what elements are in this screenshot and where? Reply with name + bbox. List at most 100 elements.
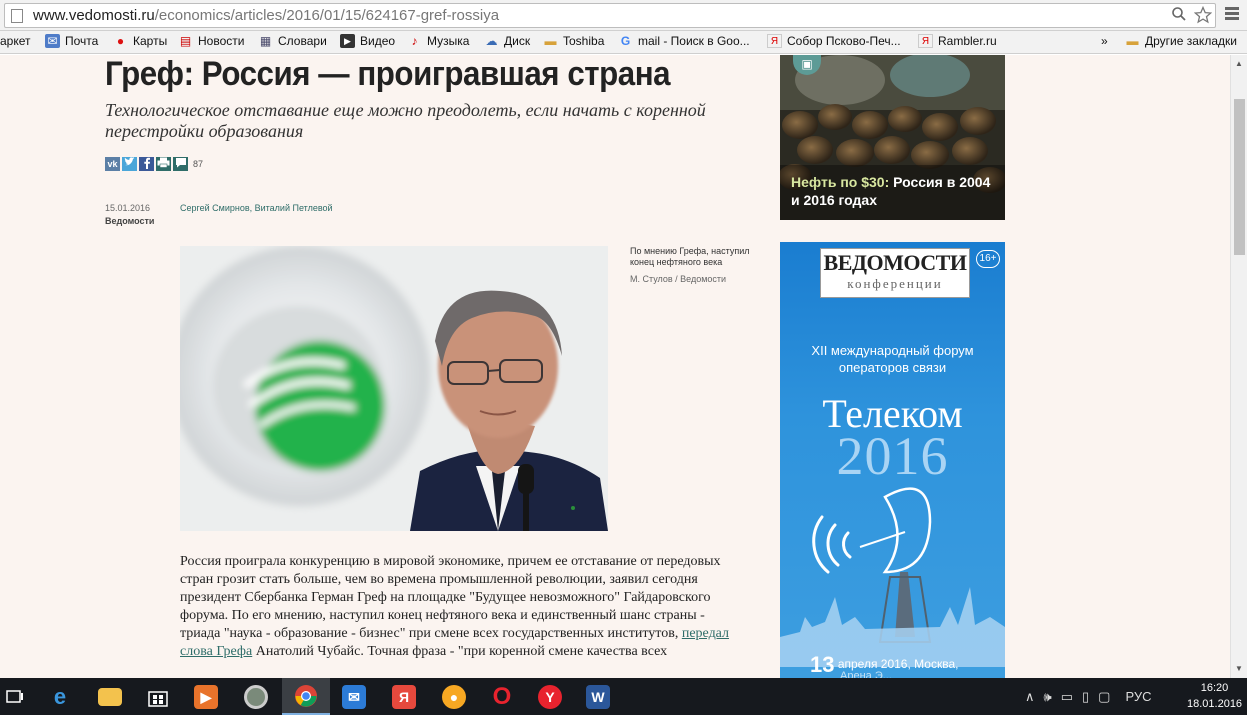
article-date: 15.01.2016 — [105, 203, 151, 213]
task-view-button[interactable] — [0, 678, 30, 715]
scroll-down-icon[interactable]: ▼ — [1235, 664, 1243, 673]
video-icon: ▶ — [340, 34, 355, 48]
bookmark-label: Диск — [504, 34, 531, 48]
yandex-icon: Я — [767, 34, 782, 48]
twitter-share-icon[interactable] — [122, 157, 137, 171]
bookmark-market[interactable]: аркет — [0, 34, 31, 48]
hamburger-menu-icon[interactable] — [1222, 6, 1242, 24]
clock-date: 18.01.2016 — [1187, 698, 1243, 710]
bookmark-label: Rambler.ru — [938, 34, 997, 48]
article-body-text: Россия проиграла конкуренцию в мировой э… — [180, 554, 721, 641]
disk-icon: ☁ — [485, 34, 498, 48]
comments-icon[interactable] — [173, 157, 188, 171]
store-icon[interactable] — [134, 678, 182, 715]
news-icon: ▤ — [179, 34, 192, 48]
bookmark-sobor[interactable]: Я Собор Псково-Печ... — [767, 34, 901, 48]
ad-date-day: 13 — [810, 652, 835, 677]
yandex-icon: Я — [918, 34, 933, 48]
bookmark-label: аркет — [0, 34, 31, 48]
promo-title-accent: Нефть по $30: — [791, 174, 890, 190]
bookmark-label: Новости — [198, 34, 245, 48]
page-content: Греф: Россия — проигравшая страна Технол… — [0, 55, 1230, 678]
ad-date-text: апреля 2016, Москва, — [837, 657, 959, 671]
folder-icon: ▬ — [544, 34, 557, 48]
opera-icon[interactable]: O — [478, 678, 526, 715]
edge-browser-icon[interactable]: e — [36, 678, 84, 715]
bookmarks-bar: аркет ✉ Почта ● Карты ▤ Новости ▦ Словари ▶ В… — [0, 31, 1247, 54]
article-subtitle: Технологическое отставание еще можно пре… — [105, 100, 706, 141]
article-body: Россия проиграла конкуренцию в мировой э… — [180, 553, 740, 661]
star-icon[interactable] — [1193, 5, 1213, 29]
print-icon[interactable] — [156, 157, 171, 171]
page-icon — [11, 9, 23, 23]
yandex-browser-icon[interactable]: Я — [380, 678, 428, 715]
yandex-icon[interactable]: Y — [526, 678, 574, 715]
folder-icon: ▬ — [1126, 34, 1139, 48]
scrollbar-thumb[interactable] — [1234, 99, 1245, 255]
bookmark-label: Другие закладки — [1145, 34, 1237, 48]
bookmark-label: Почта — [65, 34, 99, 48]
bookmark-label: mail - Поиск в Goo... — [638, 34, 750, 48]
facebook-share-icon[interactable] — [139, 157, 154, 171]
bookmark-label: Собор Псково-Печ... — [787, 34, 901, 48]
ad-banner[interactable]: ВЕДОМОСТИ конференции 16+ XII международ… — [780, 242, 1005, 678]
age-rating-badge: 16+ — [976, 250, 1000, 268]
bookmark-dictionary[interactable]: ▦ Словари — [258, 34, 327, 48]
media-player-icon[interactable]: ▶ — [182, 678, 230, 715]
chrome-icon[interactable] — [282, 678, 330, 715]
comments-count[interactable]: 87 — [193, 159, 203, 169]
language-indicator[interactable]: РУС — [1125, 689, 1151, 704]
bookmarks-overflow-button[interactable]: » — [1101, 34, 1108, 48]
photo-credit: М. Стулов / Ведомости — [630, 274, 727, 284]
ad-logo: ВЕДОМОСТИ конференции — [820, 248, 970, 298]
ad-venue: Арена Э... — [840, 670, 892, 678]
map-pin-icon: ● — [116, 34, 125, 48]
bookmark-label: Toshiba — [563, 34, 605, 48]
bookmark-news[interactable]: ▤ Новости — [178, 34, 245, 48]
word-icon[interactable]: W — [574, 678, 622, 715]
taskbar-clock[interactable]: 16:20 18.01.2016 — [1187, 680, 1242, 712]
search-icon[interactable] — [1171, 6, 1187, 27]
bookmark-mail[interactable]: ✉ Почта — [45, 34, 98, 48]
messenger-icon[interactable]: ● — [430, 678, 478, 715]
article-authors[interactable]: Сергей Смирнов, Виталий Петлевой — [180, 203, 333, 213]
scroll-up-icon[interactable]: ▲ — [1235, 59, 1243, 68]
bookmark-rambler[interactable]: Я Rambler.ru — [918, 34, 997, 48]
bookmark-toshiba[interactable]: ▬ Toshiba — [543, 34, 605, 48]
bookmark-label: Словари — [278, 34, 327, 48]
url-text[interactable]: www.vedomosti.ru/economics/articles/2016… — [33, 7, 499, 24]
network-icon[interactable]: ▭ — [1061, 689, 1073, 705]
bookmark-music[interactable]: ♪ Музыка — [407, 34, 470, 48]
notification-flag-icon[interactable]: ▢ — [1098, 689, 1110, 705]
google-icon: G — [620, 34, 631, 48]
promo-title[interactable]: Нефть по $30: Россия в 2004 и 2016 годах — [791, 173, 991, 209]
related-promo-card[interactable]: ▣ Нефть по $30: Россия в 2004 и 2016 год… — [780, 55, 1005, 220]
bookmark-video[interactable]: ▶ Видео — [340, 34, 395, 48]
volume-icon[interactable]: 🕪 — [1044, 689, 1052, 705]
bookmark-maps[interactable]: ● Карты — [113, 34, 167, 48]
vk-share-icon[interactable]: vk — [105, 157, 120, 171]
page-scrollbar[interactable]: ▲ ▼ — [1230, 55, 1247, 678]
url-input[interactable]: www.vedomosti.ru/economics/articles/2016… — [4, 3, 1216, 28]
article-source: Ведомости — [105, 216, 155, 226]
windows-taskbar: e ▶ ✉ Я ● O Y W ∧ 🕪 ▭ ▯ ▢ РУС 16:20 18.0… — [0, 678, 1247, 715]
system-tray: ∧ 🕪 ▭ ▯ ▢ РУС — [1025, 678, 1152, 715]
bookmark-google-search[interactable]: Gmail - Поиск в Goo... — [618, 34, 750, 48]
other-bookmarks[interactable]: ▬ Другие закладки — [1125, 34, 1237, 48]
mail-icon: ✉ — [45, 34, 60, 48]
telecom-tower-illustration — [780, 487, 1005, 667]
battery-icon[interactable]: ▯ — [1082, 689, 1089, 705]
music-icon: ♪ — [411, 34, 418, 48]
article-photo — [180, 246, 608, 531]
address-bar: www.vedomosti.ru/economics/articles/2016… — [0, 0, 1247, 31]
mail-app-icon[interactable]: ✉ — [330, 678, 378, 715]
tray-chevron-icon[interactable]: ∧ — [1025, 689, 1035, 705]
article-headline: Греф: Россия — проигравшая страна — [105, 55, 671, 93]
bookmark-label: Карты — [133, 34, 168, 48]
ad-logo-title: ВЕДОМОСТИ — [823, 250, 967, 275]
url-path: /economics/articles/2016/01/15/624167-gr… — [154, 7, 500, 24]
bookmark-disk[interactable]: ☁ Диск — [484, 34, 531, 48]
file-explorer-icon[interactable] — [86, 678, 134, 715]
photo-caption: По мнению Грефа, наступил конец нефтяног… — [630, 246, 750, 267]
app-icon-circle[interactable] — [232, 678, 280, 715]
